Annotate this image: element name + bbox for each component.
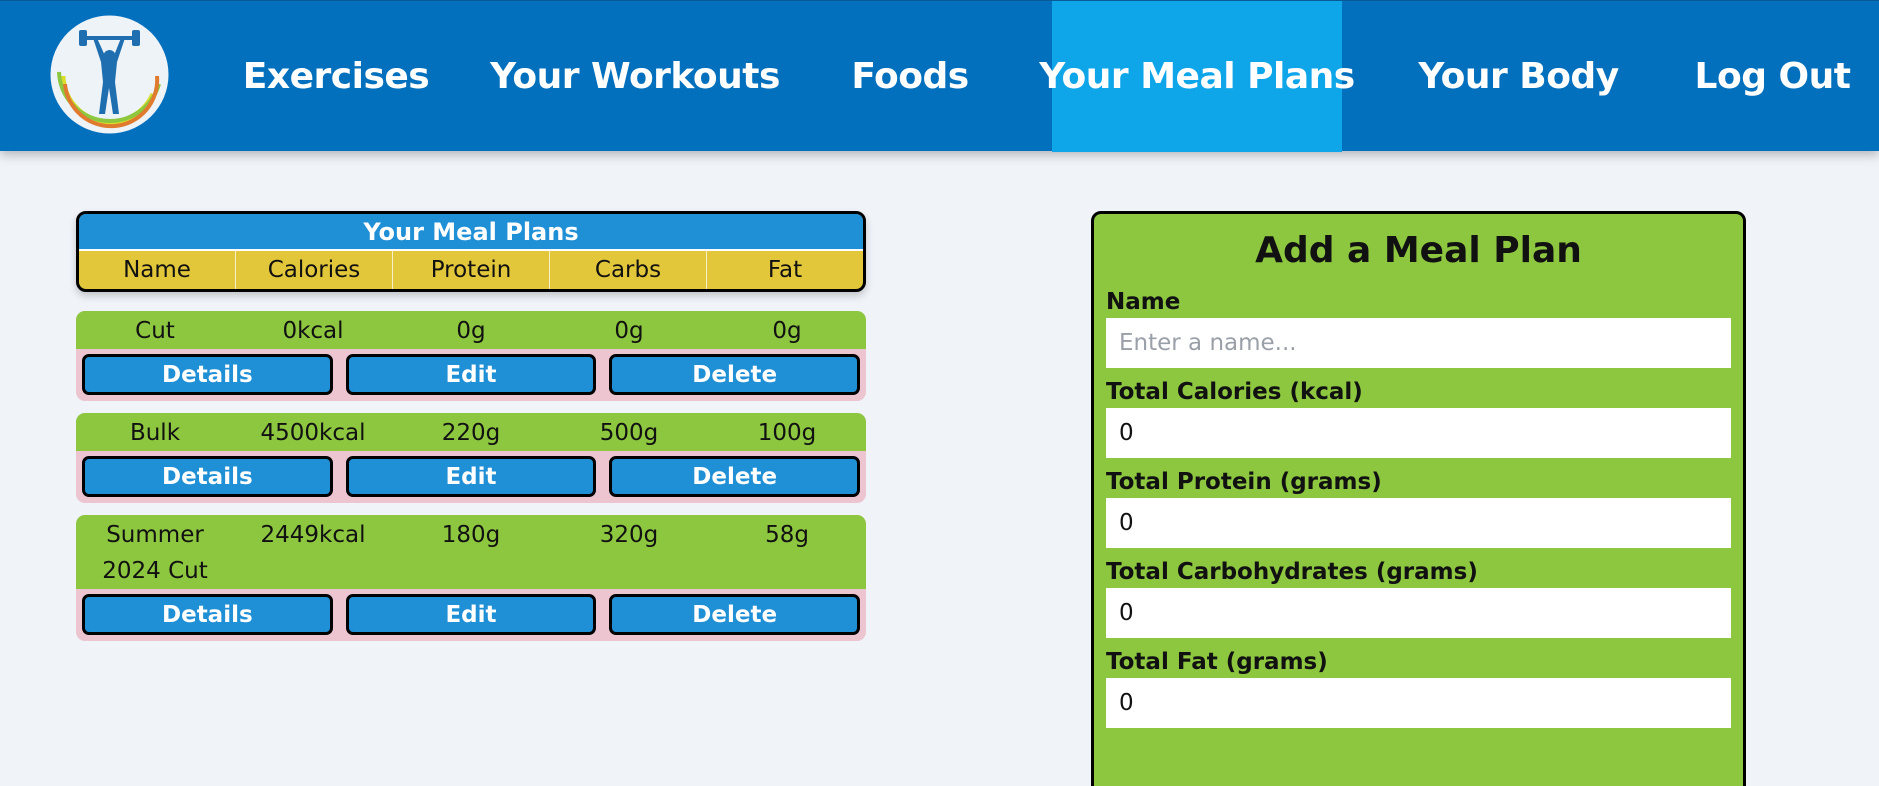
plan-name: Summer 2024 Cut [102, 522, 208, 584]
meal-plan-actions: Details Edit Delete [76, 451, 866, 503]
meal-plan-row: Cut 0kcal 0g 0g 0g Details Edit Delete [76, 311, 866, 401]
name-label: Name [1106, 289, 1181, 315]
column-headers: Name Calories Protein Carbs Fat [79, 251, 863, 289]
navbar: Exercises Your Workouts Foods Your Meal … [0, 0, 1879, 152]
details-button[interactable]: Details [82, 354, 333, 395]
plan-protein: 220g [441, 420, 501, 446]
plan-fat: 0g [772, 318, 802, 344]
plan-fat: 58g [765, 522, 809, 548]
meal-plan-row: Bulk 4500kcal 220g 500g 100g Details Edi… [76, 413, 866, 503]
add-meal-plan-form: Add a Meal Plan Name Total Calories (kca… [1091, 211, 1746, 786]
plan-protein: 0g [456, 318, 486, 344]
meal-plan-actions: Details Edit Delete [76, 589, 866, 641]
edit-button[interactable]: Edit [345, 456, 597, 497]
plan-carbs: 320g [599, 522, 659, 548]
delete-button[interactable]: Delete [609, 456, 861, 497]
plan-fat: 100g [757, 420, 817, 446]
calories-label: Total Calories (kcal) [1106, 379, 1363, 405]
meal-plan-row: Summer 2024 Cut 2449kcal 180g 320g 58g D… [76, 515, 866, 641]
edit-button[interactable]: Edit [345, 354, 597, 395]
plan-calories: 0kcal [282, 318, 344, 344]
nav-your-meal-plans[interactable]: Your Meal Plans [1039, 1, 1355, 152]
plan-name: Bulk [129, 420, 181, 446]
plan-carbs: 0g [614, 318, 644, 344]
plan-calories: 4500kcal [260, 420, 366, 446]
delete-button[interactable]: Delete [609, 354, 861, 395]
plan-protein: 180g [441, 522, 501, 548]
calories-input[interactable] [1106, 408, 1731, 458]
column-header-name: Name [79, 251, 236, 289]
meal-plans-title: Your Meal Plans [79, 214, 863, 251]
protein-input[interactable] [1106, 498, 1731, 548]
plan-name: Cut [135, 318, 175, 344]
carbs-label: Total Carbohydrates (grams) [1106, 559, 1478, 585]
nav-foods[interactable]: Foods [835, 1, 985, 152]
details-button[interactable]: Details [82, 594, 333, 635]
plan-carbs: 500g [599, 420, 659, 446]
meal-plan-values: Summer 2024 Cut 2449kcal 180g 320g 58g [76, 515, 866, 589]
fat-label: Total Fat (grams) [1106, 649, 1328, 675]
protein-label: Total Protein (grams) [1106, 469, 1382, 495]
column-header-protein: Protein [393, 251, 550, 289]
meal-plans-table-header: Your Meal Plans Name Calories Protein Ca… [76, 211, 866, 292]
nav-log-out[interactable]: Log Out [1690, 1, 1855, 152]
nav-your-workouts[interactable]: Your Workouts [490, 1, 780, 152]
delete-button[interactable]: Delete [609, 594, 861, 635]
carbs-input[interactable] [1106, 588, 1731, 638]
meal-plan-values: Bulk 4500kcal 220g 500g 100g [76, 413, 866, 451]
meal-plan-values: Cut 0kcal 0g 0g 0g [76, 311, 866, 349]
column-header-carbs: Carbs [550, 251, 707, 289]
meal-plan-actions: Details Edit Delete [76, 349, 866, 401]
plan-calories: 2449kcal [260, 522, 366, 548]
edit-button[interactable]: Edit [345, 594, 597, 635]
column-header-calories: Calories [236, 251, 393, 289]
form-title: Add a Meal Plan [1255, 230, 1582, 271]
nav-your-body[interactable]: Your Body [1418, 1, 1619, 152]
nav-exercises[interactable]: Exercises [225, 1, 447, 152]
column-header-fat: Fat [767, 257, 803, 283]
details-button[interactable]: Details [82, 456, 333, 497]
name-input[interactable] [1106, 318, 1731, 368]
fat-input[interactable] [1106, 678, 1731, 728]
weightlifter-logo-icon[interactable] [49, 14, 170, 135]
